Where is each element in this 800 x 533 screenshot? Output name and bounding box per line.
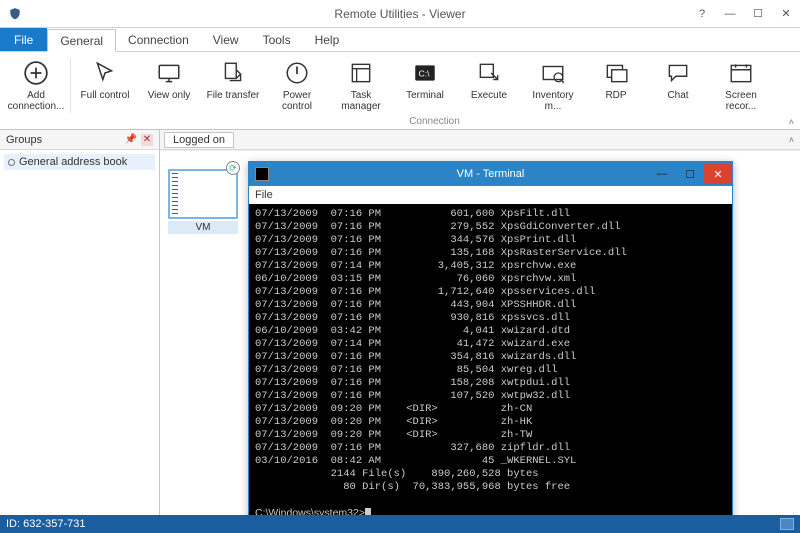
calendar-icon [728,60,754,86]
status-id-label: ID: [6,518,20,530]
terminal-title: VM - Terminal [457,168,525,180]
tab-general[interactable]: General [47,29,116,52]
file-transfer-icon [220,60,246,86]
terminal-file-menu[interactable]: File [255,189,273,201]
groups-panel-header: Groups 📌 ✕ [0,130,159,150]
panel-close-icon[interactable]: ✕ [141,134,153,146]
terminal-close-button[interactable]: ✕ [704,164,732,184]
terminal-icon: C:\ [412,60,438,86]
file-menu[interactable]: File [0,28,47,51]
task-manager-icon [348,60,374,86]
pin-icon[interactable]: 📌 [125,134,137,145]
content-tab-logged-on[interactable]: Logged on [164,132,234,148]
rdp-button[interactable]: RDP [585,54,647,115]
add-connection-button[interactable]: Add connection... [4,54,68,115]
close-button[interactable]: ✕ [772,4,800,24]
terminal-maximize-button[interactable]: ☐ [676,164,704,184]
help-button[interactable]: ? [688,4,716,24]
status-dot-icon [8,159,15,166]
chat-button[interactable]: Chat [647,54,709,115]
power-icon [284,60,310,86]
tab-connection[interactable]: Connection [116,28,201,51]
execute-button[interactable]: Execute [457,54,521,115]
content-area: Logged on ˄ ⟳ VM VM - Terminal — ☐ ✕ [160,130,800,515]
ribbon-collapse-chevron[interactable]: ˄ [789,117,794,127]
terminal-titlebar[interactable]: VM - Terminal — ☐ ✕ [249,162,732,186]
terminal-window: VM - Terminal — ☐ ✕ File 07/13/2009 07:1… [248,161,733,528]
execute-icon [476,60,502,86]
terminal-output[interactable]: 07/13/2009 07:16 PM 601,600 XpsFilt.dll … [249,204,732,527]
inventory-button[interactable]: Inventory m... [521,54,585,115]
ribbon-group-caption: Connection [73,115,796,129]
view-only-button[interactable]: View only [137,54,201,115]
minimize-button[interactable]: — [716,4,744,24]
address-book-item[interactable]: General address book [4,154,155,170]
groups-panel: Groups 📌 ✕ General address book [0,130,160,515]
cursor-icon [92,60,118,86]
task-manager-button[interactable]: Task manager [329,54,393,115]
vm-thumbnail-label: VM [168,221,238,234]
rdp-icon [603,60,629,86]
app-title: Remote Utilities - Viewer [334,7,465,21]
tab-help[interactable]: Help [303,28,352,51]
app-icon [8,7,22,21]
terminal-button[interactable]: C:\ Terminal [393,54,457,115]
plus-circle-icon [23,60,49,86]
maximize-button[interactable]: ☐ [744,4,772,24]
content-header: Logged on ˄ [160,130,800,150]
inventory-icon [540,60,566,86]
chat-icon [665,60,691,86]
status-tray-icon[interactable] [780,518,794,530]
groups-panel-title: Groups [6,134,42,146]
vm-thumbnail[interactable]: ⟳ VM [168,169,238,234]
file-transfer-button[interactable]: File transfer [201,54,265,115]
status-bar: ID: 632-357-731 [0,515,800,533]
screen-recorder-button[interactable]: Screen recor... [709,54,773,115]
tab-tools[interactable]: Tools [251,28,303,51]
refresh-bubble-icon[interactable]: ⟳ [226,161,240,175]
terminal-window-icon [255,167,269,181]
full-control-button[interactable]: Full control [73,54,137,115]
address-book-label: General address book [19,156,127,168]
terminal-menu-bar: File [249,186,732,204]
terminal-minimize-button[interactable]: — [648,164,676,184]
content-collapse-chevron[interactable]: ˄ [789,135,794,145]
add-connection-label: Add connection... [6,90,66,112]
app-titlebar: Remote Utilities - Viewer ? — ☐ ✕ [0,0,800,28]
monitor-icon [156,60,182,86]
power-control-button[interactable]: Power control [265,54,329,115]
menu-bar: File General Connection View Tools Help [0,28,800,52]
ribbon-toolbar: Add connection... Full control View only… [0,52,800,130]
svg-text:C:\: C:\ [419,68,431,78]
status-id-value: 632-357-731 [23,518,85,530]
tab-view[interactable]: View [201,28,251,51]
